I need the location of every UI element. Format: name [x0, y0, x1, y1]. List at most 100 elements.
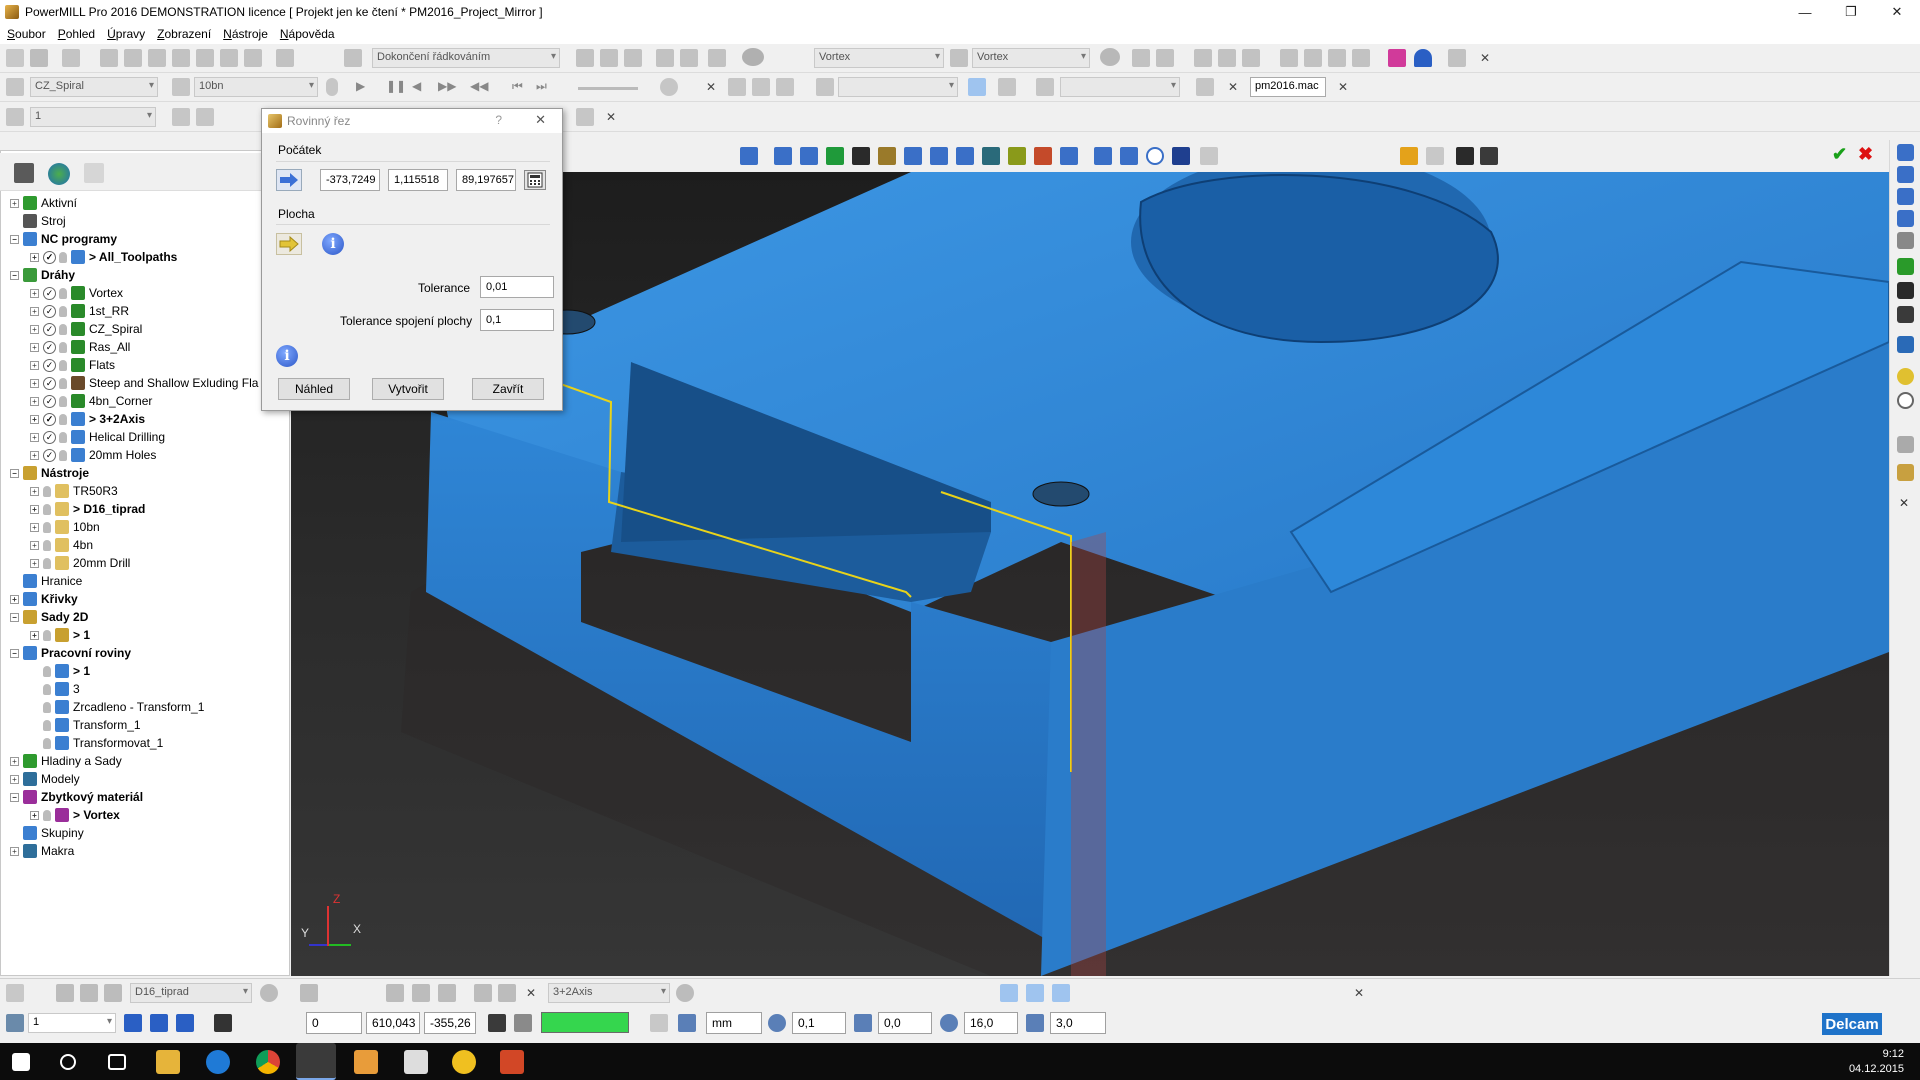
coord-y-field[interactable]: -355,26: [424, 1012, 476, 1034]
snap-icon[interactable]: [1060, 147, 1078, 165]
coord-x-field[interactable]: 610,043: [366, 1012, 420, 1034]
line-icon[interactable]: [904, 147, 922, 165]
toolpath-copy-icon[interactable]: [498, 984, 516, 1002]
units-field[interactable]: mm: [706, 1012, 762, 1034]
plane-info-icon[interactable]: i: [322, 233, 344, 255]
tree-expander-icon[interactable]: +: [30, 630, 39, 640]
tree-item[interactable]: > 1: [30, 662, 90, 680]
tool-shank-icon[interactable]: [80, 984, 98, 1002]
stepover-field[interactable]: 3,0: [1050, 1012, 1106, 1034]
status-workplane-combo[interactable]: 1: [28, 1013, 116, 1033]
start-point-icon[interactable]: [196, 49, 214, 67]
stop-status-icon[interactable]: [650, 1014, 668, 1032]
clamp-icon[interactable]: [1036, 78, 1054, 96]
active-check-icon[interactable]: ✓: [43, 448, 56, 462]
tool-holder-status-icon[interactable]: [104, 984, 122, 1002]
archive-icon[interactable]: [354, 1050, 378, 1074]
machine-icon[interactable]: [816, 78, 834, 96]
grid-icon[interactable]: [1388, 49, 1406, 67]
clock-icon[interactable]: [660, 78, 678, 96]
tree-expander-icon[interactable]: +: [30, 450, 39, 460]
thickness-icon[interactable]: [854, 1014, 872, 1032]
tree-item[interactable]: + ✓ Helical Drilling: [30, 428, 165, 446]
tool-holder-icon[interactable]: [1328, 49, 1346, 67]
menu-pohled[interactable]: Pohled: [55, 27, 104, 41]
close-button[interactable]: Zavřít: [472, 378, 544, 400]
globe-view-icon[interactable]: [1897, 392, 1914, 409]
print-icon[interactable]: [62, 49, 80, 67]
visibility-bulb-icon[interactable]: [43, 521, 51, 533]
machine-setup-icon[interactable]: [998, 78, 1016, 96]
visibility-bulb-icon[interactable]: [59, 449, 67, 461]
toolpath-combo-1[interactable]: Vortex: [814, 48, 944, 68]
step-back-icon[interactable]: ◀: [412, 79, 421, 93]
rotate-icon[interactable]: [1304, 49, 1322, 67]
visibility-bulb-icon[interactable]: [43, 539, 51, 551]
zoom-icon[interactable]: [1897, 232, 1914, 249]
task-view-icon[interactable]: [108, 1054, 126, 1070]
leads-links-icon[interactable]: [172, 49, 190, 67]
macro-icon[interactable]: [1196, 78, 1214, 96]
tree-item[interactable]: − NC programy: [10, 230, 117, 248]
toolpath-move-icon[interactable]: [474, 984, 492, 1002]
status-toolpath-combo[interactable]: 3+2Axis: [548, 983, 670, 1003]
tree-item[interactable]: + ✓ > 3+2Axis: [30, 410, 145, 428]
visibility-bulb-icon[interactable]: [59, 287, 67, 299]
undo-icon[interactable]: [1400, 147, 1418, 165]
tree-expander-icon[interactable]: +: [30, 378, 39, 388]
toolpath-stock-icon[interactable]: [676, 984, 694, 1002]
simulation-icon[interactable]: [708, 49, 726, 67]
active-check-icon[interactable]: ✓: [43, 358, 56, 372]
toolpath-reorder-icon[interactable]: [438, 984, 456, 1002]
workplane-edit-icon[interactable]: [150, 1014, 168, 1032]
visibility-bulb-icon[interactable]: [59, 395, 67, 407]
verify-icon[interactable]: [576, 49, 594, 67]
toolbar2-close-icon[interactable]: ✕: [706, 80, 716, 94]
pan-icon[interactable]: [740, 147, 758, 165]
origin-pick-button[interactable]: [276, 169, 302, 191]
active-check-icon[interactable]: ✓: [43, 286, 56, 300]
tree-item[interactable]: − Dráhy: [10, 266, 75, 284]
coord-calc-icon[interactable]: [488, 1014, 506, 1032]
toolbar3-close-icon[interactable]: ✕: [606, 110, 616, 124]
coord-tool-icon[interactable]: [514, 1014, 532, 1032]
tree-item[interactable]: + ✓ Ras_All: [30, 338, 130, 356]
tree-expander-icon[interactable]: +: [30, 540, 39, 550]
maximize-button[interactable]: ❐: [1828, 0, 1874, 24]
internet-explorer-icon[interactable]: [206, 1050, 230, 1074]
active-toolpath-combo[interactable]: CZ_Spiral: [30, 77, 158, 97]
grid-status-icon[interactable]: [214, 1014, 232, 1032]
tree-item[interactable]: +20mm Drill: [30, 554, 130, 572]
tree-expander-icon[interactable]: +: [10, 774, 19, 784]
circle-icon[interactable]: [1146, 147, 1164, 165]
visibility-bulb-icon[interactable]: [59, 251, 67, 263]
fast-back-icon[interactable]: ◀◀: [470, 79, 488, 93]
accept-icon[interactable]: ✔: [1832, 144, 1847, 165]
active-check-icon[interactable]: ✓: [43, 322, 56, 336]
visibility-bulb-icon[interactable]: [59, 323, 67, 335]
view-split-icon[interactable]: [752, 78, 770, 96]
tree-expander-icon[interactable]: +: [30, 522, 39, 532]
search-icon[interactable]: [60, 1054, 76, 1070]
feed-rate-icon[interactable]: [148, 49, 166, 67]
view-grid-icon[interactable]: [728, 78, 746, 96]
tree-expander-icon[interactable]: +: [10, 198, 19, 208]
view-top-icon[interactable]: [1897, 188, 1914, 205]
side-toolbar-close-icon[interactable]: ✕: [1899, 496, 1909, 510]
workplane-status-icon[interactable]: [6, 1014, 24, 1032]
strategy-icon[interactable]: [344, 49, 362, 67]
units-icon[interactable]: [678, 1014, 696, 1032]
machine-toggle-icon[interactable]: [968, 78, 986, 96]
tool-view-toggle-icon[interactable]: [56, 984, 74, 1002]
tree-expander-icon[interactable]: +: [30, 558, 39, 568]
toolbar1-close-icon[interactable]: ✕: [1480, 51, 1490, 65]
tree-item[interactable]: + ✓ Vortex: [30, 284, 123, 302]
tree-item[interactable]: Transform_1: [30, 716, 141, 734]
origin-x-field[interactable]: -373,7249: [320, 169, 380, 191]
toolpath-settings-icon[interactable]: [950, 49, 968, 67]
tree-item[interactable]: + > 1: [30, 626, 90, 644]
save-project-icon[interactable]: [30, 49, 48, 67]
shaded-view-icon[interactable]: [1897, 282, 1914, 299]
draft-angle-icon[interactable]: [1897, 336, 1914, 353]
macro-close-icon[interactable]: ✕: [1338, 80, 1348, 94]
